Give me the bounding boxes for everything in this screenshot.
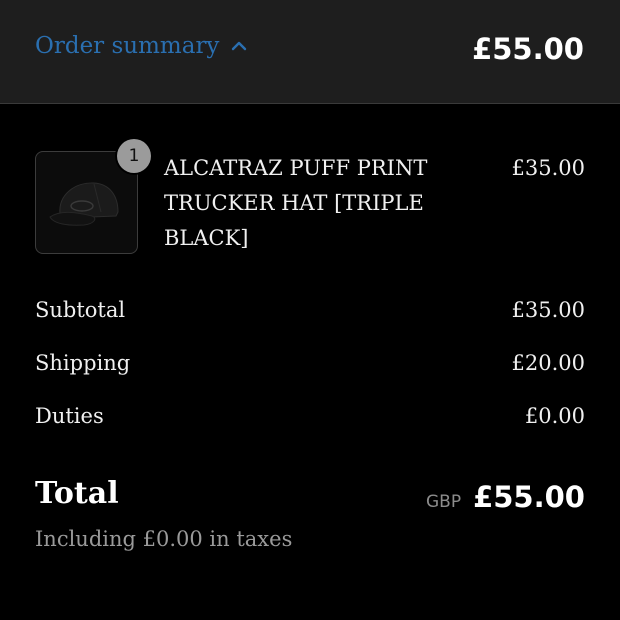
duties-label: Duties [35, 404, 104, 428]
header-total-price: £55.00 [472, 32, 584, 66]
duties-row: Duties £0.00 [35, 404, 585, 428]
trucker-hat-icon [49, 182, 119, 226]
total-label: Total [35, 476, 119, 511]
chevron-up-icon [232, 41, 247, 51]
subtotal-row: Subtotal £35.00 [35, 298, 585, 322]
line-item: 1 ALCATRAZ PUFF PRINT TRUCKER HAT [TRIPL… [35, 139, 585, 261]
order-summary-header: Order summary £55.00 [0, 0, 620, 104]
tax-note: Including £0.00 in taxes [35, 527, 293, 551]
product-price: £35.00 [511, 156, 585, 180]
currency-code: GBP [425, 492, 462, 512]
order-summary-toggle[interactable]: Order summary [35, 33, 247, 59]
total-row: Total GBP £55.00 [35, 476, 585, 514]
duties-value: £0.00 [524, 404, 585, 428]
total-amount: GBP £55.00 [426, 480, 585, 514]
subtotal-label: Subtotal [35, 298, 126, 322]
order-summary-label: Order summary [35, 33, 220, 59]
shipping-value: £20.00 [511, 351, 585, 375]
shipping-row: Shipping £20.00 [35, 351, 585, 375]
shipping-label: Shipping [35, 351, 131, 375]
total-value: £55.00 [473, 480, 585, 514]
product-name: ALCATRAZ PUFF PRINT TRUCKER HAT [TRIPLE … [164, 156, 428, 250]
subtotal-value: £35.00 [511, 298, 585, 322]
quantity-badge: 1 [117, 139, 151, 173]
